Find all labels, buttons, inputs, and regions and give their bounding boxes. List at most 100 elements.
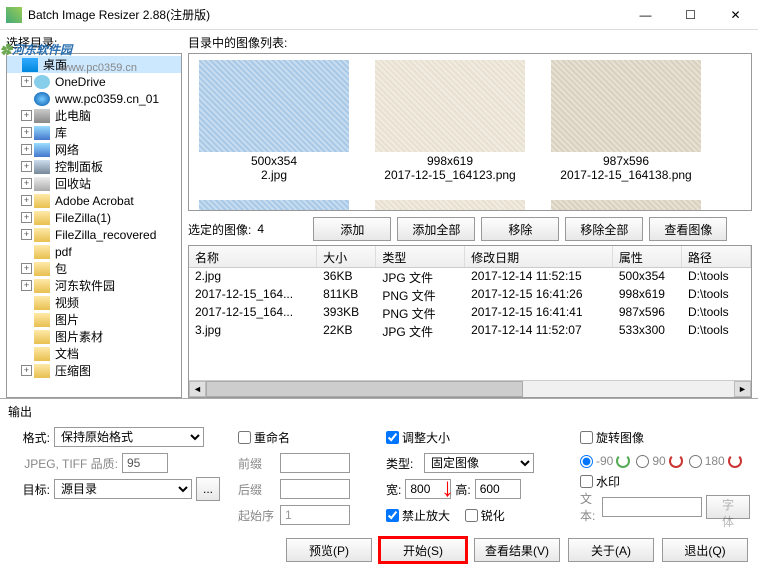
cell-attr: 987x596 [613,304,682,322]
col-type[interactable]: 类型 [376,246,465,267]
quality-input[interactable] [122,453,168,473]
dest-select[interactable]: 源目录 [54,479,192,499]
maximize-button[interactable]: ☐ [668,0,713,30]
tree-item[interactable]: 视频 [7,294,181,311]
expander-icon[interactable]: + [21,280,32,291]
resize-type-select[interactable]: 固定图像 [424,453,534,473]
tree-item-label: OneDrive [53,75,108,89]
format-select[interactable]: 保持原始格式 [54,427,204,447]
cell-name: 2.jpg [189,268,317,286]
width-label: 宽: [386,481,401,498]
tree-item[interactable]: +网络 [7,141,181,158]
expander-icon[interactable]: + [21,365,32,376]
watermark-checkbox[interactable]: 水印 [580,473,620,490]
startnum-input[interactable] [280,505,350,525]
thumbnail[interactable]: 998x619 2017-12-15_164123.png [371,60,529,182]
expander-icon[interactable]: + [21,212,32,223]
col-attr[interactable]: 属性 [613,246,682,267]
scroll-left-arrow[interactable]: ◄ [189,381,206,397]
tree-item[interactable]: + FileZilla(1) [7,209,181,226]
tree-item[interactable]: +包 [7,260,181,277]
tree-item[interactable]: + FileZilla_recovered [7,226,181,243]
tree-item[interactable]: +河东软件园 [7,277,181,294]
desktop-icon [22,58,38,72]
expander-icon[interactable]: + [21,110,32,121]
rot-p90-radio[interactable]: 90 [636,454,682,468]
width-input[interactable] [405,479,451,499]
file-list[interactable]: 名称 大小 类型 修改日期 属性 路径 2.jpg36KBJPG 文件2017-… [188,245,752,398]
height-input[interactable] [475,479,521,499]
scroll-thumb[interactable] [206,381,523,397]
wm-text-input[interactable] [602,497,702,517]
rename-checkbox[interactable]: 重命名 [238,429,290,446]
tree-item[interactable]: 桌面 [7,56,181,73]
tree-item-label: FileZilla(1) [53,211,113,225]
col-path[interactable]: 路径 [682,246,751,267]
prefix-input[interactable] [280,453,350,473]
tree-item[interactable]: +压缩图 [7,362,181,379]
close-button[interactable]: ✕ [713,0,758,30]
tree-item[interactable]: 图片素材 [7,328,181,345]
noenlarge-checkbox[interactable]: 禁止放大 [386,507,450,524]
expander-icon[interactable]: + [21,229,32,240]
expander-icon[interactable]: + [21,127,32,138]
tree-item[interactable]: www.pc0359.cn_01 [7,90,181,107]
scroll-right-arrow[interactable]: ► [734,381,751,397]
wm-font-button[interactable]: 字体 [706,495,750,519]
tree-item[interactable]: pdf [7,243,181,260]
tree-item[interactable]: + OneDrive [7,73,181,90]
tree-item[interactable]: +控制面板 [7,158,181,175]
exit-button[interactable]: 退出(Q) [662,538,748,562]
tree-item[interactable]: +此电脑 [7,107,181,124]
selected-count: 4 [257,222,307,236]
lib-icon [34,126,50,140]
table-row[interactable]: 2017-12-15_164...811KBPNG 文件2017-12-15 1… [189,286,751,304]
thumbnail-list[interactable]: 500x354 2.jpg 998x619 2017-12-15_164123.… [188,53,752,211]
table-row[interactable]: 2.jpg36KBJPG 文件2017-12-14 11:52:15500x35… [189,268,751,286]
cell-date: 2017-12-15 16:41:41 [465,304,613,322]
remove-all-button[interactable]: 移除全部 [565,217,643,241]
add-button[interactable]: 添加 [313,217,391,241]
tree-item[interactable]: 图片 [7,311,181,328]
col-name[interactable]: 名称 [189,246,317,267]
thumbnail[interactable]: 500x354 2.jpg [195,60,353,182]
expander-icon[interactable]: + [21,144,32,155]
preview-button[interactable]: 预览(P) [286,538,372,562]
col-size[interactable]: 大小 [317,246,376,267]
cell-date: 2017-12-15 16:41:26 [465,286,613,304]
thumbnail-image [551,60,701,152]
tree-item[interactable]: +回收站 [7,175,181,192]
table-row[interactable]: 2017-12-15_164...393KBPNG 文件2017-12-15 1… [189,304,751,322]
expander-icon[interactable]: + [21,263,32,274]
tree-item-label: 库 [53,124,69,141]
rot-180-radio[interactable]: 180 [689,454,742,468]
expander-icon[interactable]: + [21,178,32,189]
expander-icon[interactable]: + [21,161,32,172]
start-button[interactable]: 开始(S) [380,538,466,562]
view-image-button[interactable]: 查看图像 [649,217,727,241]
remove-button[interactable]: 移除 [481,217,559,241]
sharpen-checkbox[interactable]: 锐化 [465,507,505,524]
minimize-button[interactable]: — [623,0,668,30]
add-all-button[interactable]: 添加全部 [397,217,475,241]
rot-n90-radio[interactable]: -90 [580,454,630,468]
browse-button[interactable]: ... [196,477,220,501]
table-row[interactable]: 3.jpg22KBJPG 文件2017-12-14 11:52:07533x30… [189,322,751,340]
tree-item[interactable]: 文档 [7,345,181,362]
thumbnail[interactable]: 987x596 2017-12-15_164138.png [547,60,705,182]
tree-item[interactable]: +库 [7,124,181,141]
cell-path: D:\tools [682,304,751,322]
expander-icon[interactable]: + [21,195,32,206]
output-section-title: 输出 [8,403,750,420]
tree-item[interactable]: +Adobe Acrobat [7,192,181,209]
results-button[interactable]: 查看结果(V) [474,538,560,562]
col-date[interactable]: 修改日期 [465,246,613,267]
about-button[interactable]: 关于(A) [568,538,654,562]
suffix-input[interactable] [280,479,350,499]
horizontal-scrollbar[interactable]: ◄ ► [189,380,751,397]
folder-tree[interactable]: 桌面+OneDrivewww.pc0359.cn_01+此电脑+库+网络+控制面… [6,53,182,398]
rotate-checkbox[interactable]: 旋转图像 [580,429,644,446]
tree-item-label: FileZilla_recovered [53,228,158,242]
resize-checkbox[interactable]: 调整大小 [386,429,450,446]
expander-icon[interactable]: + [21,76,32,87]
